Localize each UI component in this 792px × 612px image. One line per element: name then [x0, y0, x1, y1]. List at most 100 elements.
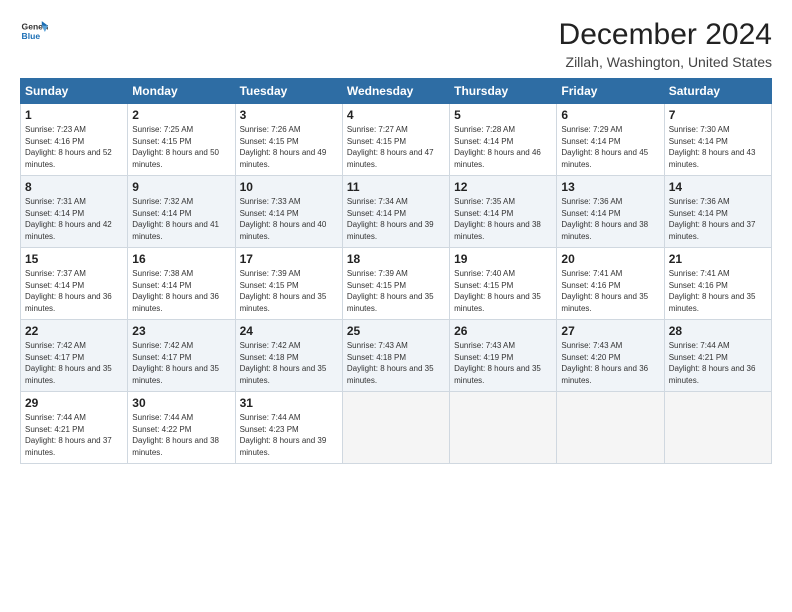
day-cell: 12 Sunrise: 7:35 AMSunset: 4:14 PMDayligh…	[450, 176, 557, 248]
logo-icon: General Blue	[20, 18, 48, 46]
day-info: Sunrise: 7:33 AMSunset: 4:14 PMDaylight:…	[240, 197, 327, 240]
col-wednesday: Wednesday	[342, 79, 449, 104]
day-number: 19	[454, 251, 552, 267]
day-cell: 4 Sunrise: 7:27 AMSunset: 4:15 PMDaylight…	[342, 104, 449, 176]
day-info: Sunrise: 7:36 AMSunset: 4:14 PMDaylight:…	[561, 197, 648, 240]
day-number: 2	[132, 107, 230, 123]
day-number: 1	[25, 107, 123, 123]
day-info: Sunrise: 7:25 AMSunset: 4:15 PMDaylight:…	[132, 125, 219, 168]
day-cell: 6Sunrise: 7:29 AMSunset: 4:14 PMDaylight…	[557, 104, 664, 176]
day-info: Sunrise: 7:34 AMSunset: 4:14 PMDaylight:…	[347, 197, 434, 240]
day-number: 13	[561, 179, 659, 195]
svg-text:Blue: Blue	[22, 31, 41, 41]
day-info: Sunrise: 7:38 AMSunset: 4:14 PMDaylight:…	[132, 269, 219, 312]
main-title: December 2024	[559, 18, 772, 52]
day-number: 30	[132, 395, 230, 411]
day-info: Sunrise: 7:40 AMSunset: 4:15 PMDaylight:…	[454, 269, 541, 312]
col-friday: Friday	[557, 79, 664, 104]
day-number: 9	[132, 179, 230, 195]
day-number: 17	[240, 251, 338, 267]
day-info: Sunrise: 7:43 AMSunset: 4:20 PMDaylight:…	[561, 341, 648, 384]
day-number: 29	[25, 395, 123, 411]
day-info: Sunrise: 7:27 AMSunset: 4:15 PMDaylight:…	[347, 125, 434, 168]
day-number: 18	[347, 251, 445, 267]
day-cell: 9 Sunrise: 7:32 AMSunset: 4:14 PMDaylight…	[128, 176, 235, 248]
day-cell: 16 Sunrise: 7:38 AMSunset: 4:14 PMDayligh…	[128, 248, 235, 320]
day-info: Sunrise: 7:32 AMSunset: 4:14 PMDaylight:…	[132, 197, 219, 240]
day-info: Sunrise: 7:44 AMSunset: 4:22 PMDaylight:…	[132, 413, 219, 456]
subtitle: Zillah, Washington, United States	[559, 54, 772, 70]
day-cell: 1Sunrise: 7:23 AMSunset: 4:16 PMDaylight…	[21, 104, 128, 176]
logo: General Blue General Blue	[20, 18, 48, 46]
day-info: Sunrise: 7:39 AMSunset: 4:15 PMDaylight:…	[347, 269, 434, 312]
day-cell: 15 Sunrise: 7:37 AMSunset: 4:14 PMDayligh…	[21, 248, 128, 320]
day-info: Sunrise: 7:44 AMSunset: 4:23 PMDaylight:…	[240, 413, 327, 456]
day-info: Sunrise: 7:41 AMSunset: 4:16 PMDaylight:…	[669, 269, 756, 312]
day-number: 15	[25, 251, 123, 267]
day-number: 26	[454, 323, 552, 339]
calendar-table: Sunday Monday Tuesday Wednesday Thursday…	[20, 78, 772, 464]
day-number: 28	[669, 323, 767, 339]
day-number: 11	[347, 179, 445, 195]
day-cell: 5Sunrise: 7:28 AMSunset: 4:14 PMDaylight…	[450, 104, 557, 176]
day-cell: 29 Sunrise: 7:44 AMSunset: 4:21 PMDayligh…	[21, 392, 128, 464]
day-info: Sunrise: 7:44 AMSunset: 4:21 PMDaylight:…	[669, 341, 756, 384]
day-cell: 22Sunrise: 7:42 AMSunset: 4:17 PMDayligh…	[21, 320, 128, 392]
day-cell: 13 Sunrise: 7:36 AMSunset: 4:14 PMDayligh…	[557, 176, 664, 248]
day-number: 6	[561, 107, 659, 123]
day-cell	[450, 392, 557, 464]
day-cell: 17 Sunrise: 7:39 AMSunset: 4:15 PMDayligh…	[235, 248, 342, 320]
page: General Blue General Blue December 2024 …	[0, 0, 792, 612]
day-number: 4	[347, 107, 445, 123]
week-row-1: 1Sunrise: 7:23 AMSunset: 4:16 PMDaylight…	[21, 104, 772, 176]
day-info: Sunrise: 7:36 AMSunset: 4:14 PMDaylight:…	[669, 197, 756, 240]
week-row-5: 29 Sunrise: 7:44 AMSunset: 4:21 PMDayligh…	[21, 392, 772, 464]
day-number: 20	[561, 251, 659, 267]
day-info: Sunrise: 7:42 AMSunset: 4:17 PMDaylight:…	[25, 341, 112, 384]
day-number: 7	[669, 107, 767, 123]
day-info: Sunrise: 7:39 AMSunset: 4:15 PMDaylight:…	[240, 269, 327, 312]
day-number: 27	[561, 323, 659, 339]
day-info: Sunrise: 7:30 AMSunset: 4:14 PMDaylight:…	[669, 125, 756, 168]
day-number: 21	[669, 251, 767, 267]
day-cell: 25 Sunrise: 7:43 AMSunset: 4:18 PMDayligh…	[342, 320, 449, 392]
day-info: Sunrise: 7:35 AMSunset: 4:14 PMDaylight:…	[454, 197, 541, 240]
day-cell: 18 Sunrise: 7:39 AMSunset: 4:15 PMDayligh…	[342, 248, 449, 320]
col-sunday: Sunday	[21, 79, 128, 104]
week-row-2: 8 Sunrise: 7:31 AMSunset: 4:14 PMDaylight…	[21, 176, 772, 248]
day-info: Sunrise: 7:43 AMSunset: 4:18 PMDaylight:…	[347, 341, 434, 384]
day-info: Sunrise: 7:42 AMSunset: 4:17 PMDaylight:…	[132, 341, 219, 384]
day-info: Sunrise: 7:37 AMSunset: 4:14 PMDaylight:…	[25, 269, 112, 312]
header-row: Sunday Monday Tuesday Wednesday Thursday…	[21, 79, 772, 104]
day-number: 25	[347, 323, 445, 339]
day-cell: 2 Sunrise: 7:25 AMSunset: 4:15 PMDaylight…	[128, 104, 235, 176]
day-info: Sunrise: 7:41 AMSunset: 4:16 PMDaylight:…	[561, 269, 648, 312]
day-cell: 23 Sunrise: 7:42 AMSunset: 4:17 PMDayligh…	[128, 320, 235, 392]
day-cell: 27 Sunrise: 7:43 AMSunset: 4:20 PMDayligh…	[557, 320, 664, 392]
col-tuesday: Tuesday	[235, 79, 342, 104]
day-info: Sunrise: 7:44 AMSunset: 4:21 PMDaylight:…	[25, 413, 112, 456]
day-cell: 28 Sunrise: 7:44 AMSunset: 4:21 PMDayligh…	[664, 320, 771, 392]
day-info: Sunrise: 7:26 AMSunset: 4:15 PMDaylight:…	[240, 125, 327, 168]
day-cell: 7 Sunrise: 7:30 AMSunset: 4:14 PMDaylight…	[664, 104, 771, 176]
day-info: Sunrise: 7:28 AMSunset: 4:14 PMDaylight:…	[454, 125, 541, 168]
day-number: 10	[240, 179, 338, 195]
day-number: 16	[132, 251, 230, 267]
day-number: 14	[669, 179, 767, 195]
day-cell: 30 Sunrise: 7:44 AMSunset: 4:22 PMDayligh…	[128, 392, 235, 464]
day-cell: 10 Sunrise: 7:33 AMSunset: 4:14 PMDayligh…	[235, 176, 342, 248]
title-block: December 2024 Zillah, Washington, United…	[559, 18, 772, 70]
day-cell: 21 Sunrise: 7:41 AMSunset: 4:16 PMDayligh…	[664, 248, 771, 320]
calendar-body: 1Sunrise: 7:23 AMSunset: 4:16 PMDaylight…	[21, 104, 772, 464]
day-number: 12	[454, 179, 552, 195]
day-cell: 8 Sunrise: 7:31 AMSunset: 4:14 PMDaylight…	[21, 176, 128, 248]
day-number: 8	[25, 179, 123, 195]
day-info: Sunrise: 7:31 AMSunset: 4:14 PMDaylight:…	[25, 197, 112, 240]
header: General Blue General Blue December 2024 …	[20, 18, 772, 70]
col-saturday: Saturday	[664, 79, 771, 104]
day-cell: 24Sunrise: 7:42 AMSunset: 4:18 PMDayligh…	[235, 320, 342, 392]
day-cell: 19 Sunrise: 7:40 AMSunset: 4:15 PMDayligh…	[450, 248, 557, 320]
day-number: 23	[132, 323, 230, 339]
day-cell: 20 Sunrise: 7:41 AMSunset: 4:16 PMDayligh…	[557, 248, 664, 320]
day-cell: 31Sunrise: 7:44 AMSunset: 4:23 PMDayligh…	[235, 392, 342, 464]
